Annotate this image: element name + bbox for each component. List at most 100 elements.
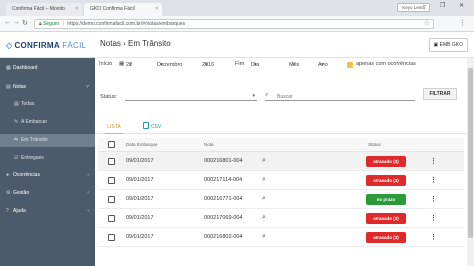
notes-table: Data Embarque Nota Status 09/01/2017 000… bbox=[98, 138, 464, 266]
sidebar-item-gestao[interactable]: ⚙ Gestão ‹ bbox=[0, 187, 95, 200]
date-filter-row: Início ▦ 22 ▾ Dezembro ▾ 2016 ▾ Fim Dia ▾ Mê… bbox=[99, 60, 464, 71]
logo[interactable]: ◇ CONFIRMA FÁCIL bbox=[6, 41, 86, 50]
select-all-checkbox[interactable] bbox=[108, 141, 115, 148]
ocorrencias-checkbox[interactable] bbox=[347, 62, 353, 68]
sidebar-item-em-transito[interactable]: ⇆ Em Trânsito bbox=[0, 134, 95, 147]
row-checkbox[interactable] bbox=[108, 196, 115, 203]
row-menu-icon[interactable]: ⋮ bbox=[430, 209, 437, 228]
caret-down-icon: ▾ bbox=[292, 62, 295, 68]
status-select[interactable]: ▾ bbox=[125, 93, 257, 101]
status-badge: atrasado (3) bbox=[366, 175, 406, 186]
search-input[interactable] bbox=[277, 93, 407, 100]
page-scrollbar[interactable] bbox=[467, 58, 474, 266]
company-button[interactable]: ▣ EMB GKO bbox=[428, 38, 468, 52]
row-nota: 000217069-004 bbox=[204, 215, 243, 221]
chevron-left-icon: ‹ bbox=[87, 208, 89, 214]
browser-menu-icon[interactable]: ⋮ bbox=[459, 19, 466, 27]
tab-lista[interactable]: LISTA bbox=[105, 122, 123, 134]
caret-down-icon: ▾ bbox=[321, 62, 324, 68]
filter-button[interactable]: FILTRAR bbox=[423, 88, 457, 100]
sidebar-item-label: Entregues bbox=[21, 155, 44, 161]
app-header: ◇ CONFIRMA FÁCIL Notas › Em Trânsito ▣ EM… bbox=[0, 32, 474, 58]
sidebar-item-label: Notas bbox=[13, 84, 27, 90]
browser-tab-label: GKO Confirma Fácil bbox=[90, 6, 135, 12]
browser-tab-label: Confirma Fácil – Monito bbox=[12, 6, 65, 12]
row-menu-icon[interactable]: ⋮ bbox=[430, 171, 437, 190]
page-title: Notas › Em Trânsito bbox=[100, 39, 171, 48]
browser-tab-gko[interactable]: GKO Confirma Fácil × bbox=[84, 3, 162, 16]
logo-sub: FÁCIL bbox=[62, 41, 87, 50]
chevron-left-icon: ‹ bbox=[87, 172, 89, 178]
magnifier-icon[interactable]: ⌕ bbox=[262, 157, 266, 165]
sidebar-item-todas[interactable]: ▤ Todas bbox=[0, 98, 95, 111]
sidebar-item-ajuda[interactable]: ? Ajuda ‹ bbox=[0, 205, 95, 218]
row-checkbox[interactable] bbox=[108, 234, 115, 241]
tab-csv[interactable]: CSV bbox=[143, 122, 161, 134]
window-controls[interactable]: – ❐ ✕ bbox=[423, 2, 470, 9]
main-content: Início ▦ 22 ▾ Dezembro ▾ 2016 ▾ Fim Dia ▾ Mê… bbox=[95, 58, 467, 266]
checkbox-icon: ☑ bbox=[14, 155, 19, 161]
table-row[interactable]: 09/01/2017 000217114-004 ⌕ atrasado (3) … bbox=[98, 171, 464, 190]
close-icon[interactable]: × bbox=[155, 3, 158, 16]
row-checkbox[interactable] bbox=[108, 215, 115, 222]
table-row[interactable]: 09/01/2017 000216801-004 ⌕ atrasado (3) … bbox=[98, 152, 464, 171]
search-field[interactable]: ⌕ bbox=[265, 92, 415, 101]
row-checkbox[interactable] bbox=[108, 177, 115, 184]
edit-icon: ✎ bbox=[14, 119, 19, 125]
company-label: EMB GKO bbox=[439, 42, 463, 48]
status-badge: atrasado (3) bbox=[366, 213, 406, 224]
caret-down-icon: ▾ bbox=[205, 62, 208, 68]
scrollbar-thumb[interactable] bbox=[468, 68, 473, 238]
row-menu-icon[interactable]: ⋮ bbox=[430, 228, 437, 247]
calendar-icon: ▦ bbox=[119, 61, 125, 67]
star-icon[interactable]: ☆ bbox=[424, 19, 430, 27]
row-nota: 000216801-004 bbox=[204, 158, 243, 164]
url-separator: | bbox=[62, 21, 64, 27]
magnifier-icon[interactable]: ⌕ bbox=[262, 233, 266, 241]
sidebar: ▦ Dashboard ▤ Notas ˅ ▤ Todas ✎ A Embarcar ⇆… bbox=[0, 58, 95, 266]
browser-tab-monitor[interactable]: Confirma Fácil – Monito × bbox=[6, 3, 82, 16]
status-label: Status: bbox=[100, 94, 118, 100]
back-icon[interactable]: ← bbox=[4, 19, 11, 26]
row-checkbox[interactable] bbox=[108, 158, 115, 165]
chevron-left-icon: ‹ bbox=[87, 190, 89, 196]
list-icon: ▤ bbox=[14, 101, 19, 107]
magnifier-icon[interactable]: ⌕ bbox=[262, 195, 266, 203]
row-date: 09/01/2017 bbox=[126, 234, 154, 240]
sidebar-item-ocorrencias[interactable]: ● Ocorrências ‹ bbox=[0, 169, 95, 182]
search-icon: ⌕ bbox=[265, 92, 269, 98]
address-bar: ← → ↻ 🔒︎ Seguro | https://demo.confirmaf… bbox=[0, 16, 474, 32]
lock-icon: 🔒︎ bbox=[39, 21, 42, 27]
secure-label: Seguro bbox=[43, 21, 60, 27]
reload-icon[interactable]: ↻ bbox=[22, 19, 28, 27]
close-icon[interactable]: × bbox=[75, 3, 78, 16]
sidebar-item-label: Gestão bbox=[13, 190, 30, 196]
table-row[interactable]: 09/01/2017 000217069-004 ⌕ atrasado (3) … bbox=[98, 209, 464, 228]
chevron-down-icon: ˅ bbox=[86, 84, 89, 90]
sidebar-item-label: Ajuda bbox=[13, 208, 26, 214]
row-nota: 000217114-004 bbox=[204, 177, 243, 183]
row-menu-icon[interactable]: ⋮ bbox=[430, 190, 437, 209]
sidebar-item-notas[interactable]: ▤ Notas ˅ bbox=[0, 81, 95, 94]
sidebar-item-label: A Embarcar bbox=[21, 119, 48, 125]
caret-down-icon: ▾ bbox=[252, 93, 255, 99]
sidebar-item-a-embarcar[interactable]: ✎ A Embarcar bbox=[0, 116, 95, 129]
table-row[interactable]: 09/01/2017 000216802-004 ⌕ atrasado (3) … bbox=[98, 228, 464, 247]
sidebar-item-label: Ocorrências bbox=[13, 172, 40, 178]
url-field[interactable]: 🔒︎ Seguro | https://demo.confirmafacil.c… bbox=[34, 19, 434, 29]
sidebar-item-entregues[interactable]: ☑ Entregues bbox=[0, 152, 95, 165]
magnifier-icon[interactable]: ⌕ bbox=[262, 176, 266, 184]
alert-icon: ● bbox=[6, 172, 10, 178]
magnifier-icon[interactable]: ⌕ bbox=[262, 214, 266, 222]
header-status: Status bbox=[368, 142, 381, 147]
table-header: Data Embarque Nota Status bbox=[98, 138, 464, 152]
forward-icon[interactable]: → bbox=[13, 19, 20, 26]
table-row[interactable]: 09/01/2017 000216771-004 ⌕ no prazo ⋮ bbox=[98, 190, 464, 209]
sidebar-item-dashboard[interactable]: ▦ Dashboard bbox=[0, 62, 95, 75]
status-badge: atrasado (3) bbox=[366, 156, 406, 167]
row-menu-icon[interactable]: ⋮ bbox=[430, 152, 437, 171]
tab-csv-label: CSV bbox=[151, 124, 162, 130]
sidebar-item-label: Todas bbox=[21, 101, 35, 107]
transfer-icon: ⇆ bbox=[14, 137, 19, 143]
header-nota: Nota bbox=[204, 142, 214, 147]
